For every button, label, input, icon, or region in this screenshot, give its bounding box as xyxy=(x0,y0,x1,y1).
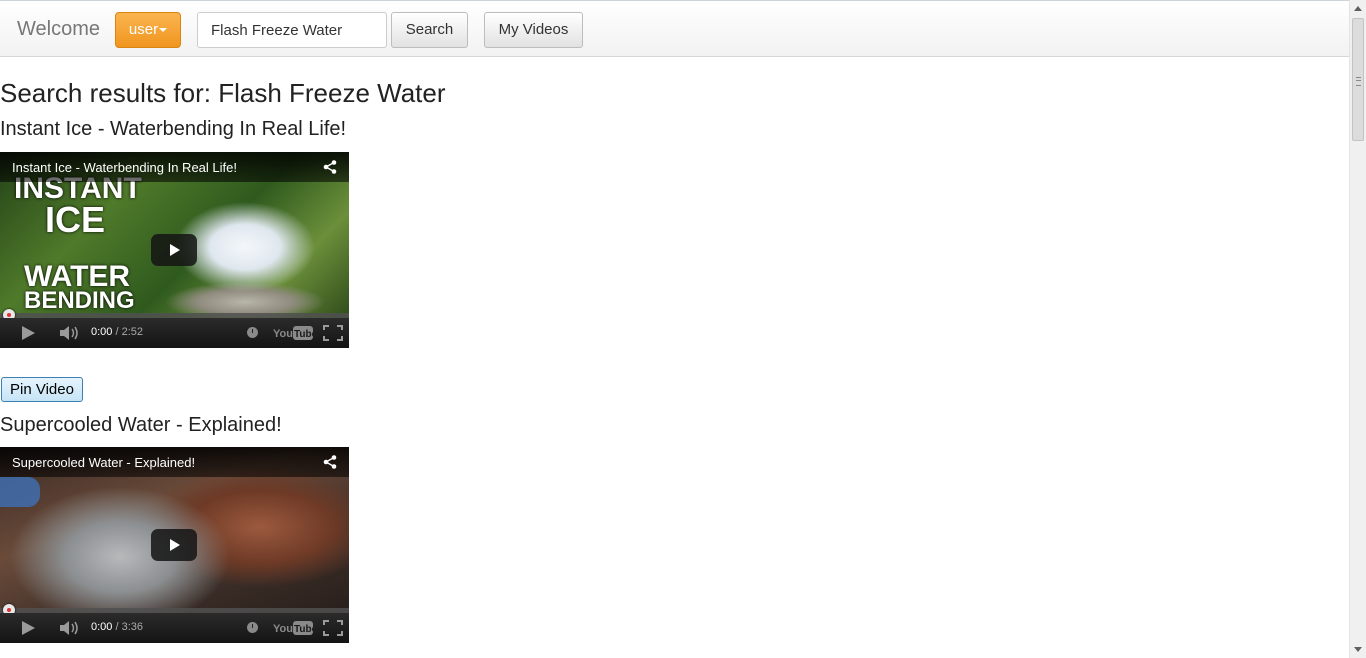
video-title: Supercooled Water - Explained! xyxy=(0,414,282,436)
volume-icon[interactable] xyxy=(60,621,80,635)
player-controls: 0:00 / 2:52 You Tube xyxy=(0,318,349,348)
my-videos-button[interactable]: My Videos xyxy=(484,12,583,48)
time-display: 0:00 / 2:52 xyxy=(91,326,144,338)
bottle-cap-image xyxy=(0,477,40,507)
svg-text:Tube: Tube xyxy=(294,329,313,340)
video-title: Instant Ice - Waterbending In Real Life! xyxy=(0,118,347,140)
volume-icon[interactable] xyxy=(60,326,80,340)
duration: 3:36 xyxy=(121,621,144,633)
play-icon[interactable] xyxy=(22,326,35,340)
grip-icon xyxy=(1356,77,1361,86)
page-title: Search results for: Flash Freeze Water xyxy=(0,78,446,108)
svg-text:You: You xyxy=(273,623,293,635)
svg-text:You: You xyxy=(273,328,293,340)
current-time: 0:00 xyxy=(91,326,113,338)
play-button-large[interactable] xyxy=(151,529,197,561)
youtube-logo-icon[interactable]: You Tube xyxy=(273,619,313,637)
user-dropdown-label: user xyxy=(128,21,159,38)
player-controls: 0:00 / 3:36 You Tube xyxy=(0,613,349,643)
search-input[interactable] xyxy=(197,12,387,48)
video-player[interactable]: INSTANT ICE WATER BENDING Instant Ice - … xyxy=(0,152,349,348)
player-title[interactable]: Instant Ice - Waterbending In Real Life! xyxy=(12,160,237,175)
watch-later-icon[interactable] xyxy=(247,622,258,633)
page-scrollbar[interactable] xyxy=(1349,0,1366,658)
scroll-down-arrow-icon[interactable] xyxy=(1354,647,1362,652)
caret-down-icon xyxy=(159,28,168,33)
svg-text:Tube: Tube xyxy=(294,624,313,635)
play-icon[interactable] xyxy=(22,621,35,635)
fullscreen-icon[interactable] xyxy=(323,325,343,341)
video-player[interactable]: Supercooled Water - Explained! 0:00 / 3:… xyxy=(0,447,349,643)
time-display: 0:00 / 3:36 xyxy=(91,621,144,633)
play-button-large[interactable] xyxy=(151,234,197,266)
player-title-bar: Instant Ice - Waterbending In Real Life! xyxy=(0,152,349,182)
duration: 2:52 xyxy=(121,326,144,338)
thumbnail-text: ICE xyxy=(45,199,106,240)
scroll-up-arrow-icon[interactable] xyxy=(1354,6,1362,11)
player-title-bar: Supercooled Water - Explained! xyxy=(0,447,349,477)
user-dropdown-button[interactable]: user xyxy=(115,12,181,48)
watch-later-icon[interactable] xyxy=(247,327,258,338)
search-button[interactable]: Search xyxy=(391,12,468,48)
fullscreen-icon[interactable] xyxy=(323,620,343,636)
current-time: 0:00 xyxy=(91,621,113,633)
scrollbar-thumb[interactable] xyxy=(1352,18,1364,141)
player-title[interactable]: Supercooled Water - Explained! xyxy=(12,455,195,470)
share-icon[interactable] xyxy=(323,160,337,174)
share-icon[interactable] xyxy=(323,455,337,469)
top-navbar: Welcome user Search My Videos xyxy=(0,0,1349,57)
pin-video-button[interactable]: Pin Video xyxy=(1,377,83,402)
thumbnail-text: BENDING xyxy=(24,287,135,314)
brand-welcome[interactable]: Welcome xyxy=(17,18,100,41)
youtube-logo-icon[interactable]: You Tube xyxy=(273,324,313,342)
